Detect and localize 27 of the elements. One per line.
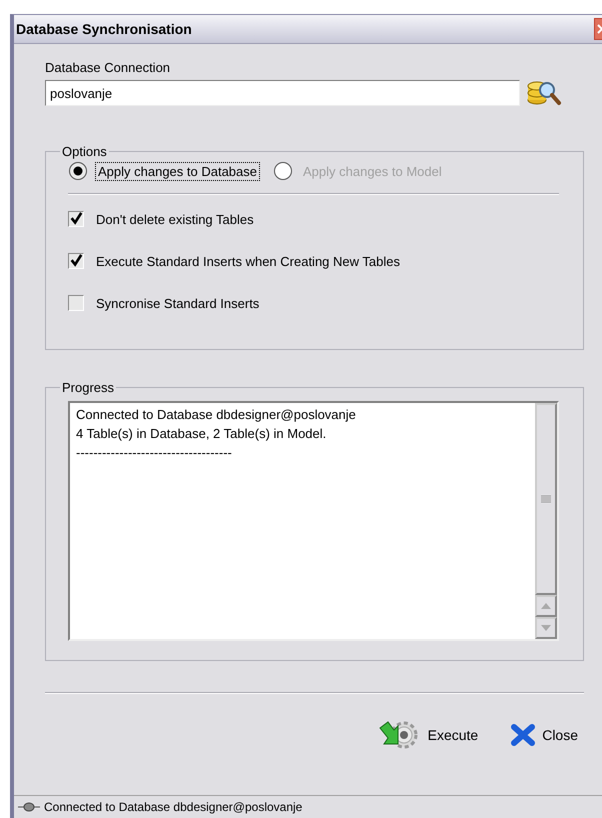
grip-icon — [541, 495, 551, 503]
connection-field[interactable]: poslovanje — [45, 80, 520, 106]
execute-button[interactable]: Execute — [372, 716, 482, 754]
group-title: Progress — [61, 380, 116, 395]
scroll-down-button[interactable] — [535, 617, 557, 639]
group-title: Options — [61, 144, 108, 159]
checkbox[interactable]: Execute Standard Inserts when Creating New Tables — [68, 251, 400, 271]
field-label: Database Connection — [45, 60, 172, 75]
window-title: Database Synchronisation — [16, 21, 192, 37]
checkbox[interactable]: Syncronise Standard Inserts — [68, 293, 260, 313]
down-arrow-icon — [541, 625, 551, 631]
close-icon — [510, 723, 536, 747]
radio-circle-icon — [68, 161, 88, 181]
status-text: Connected to Database dbdesigner@poslovanje — [44, 800, 302, 814]
connector-icon — [18, 802, 40, 812]
scrollbar-thumb[interactable] — [535, 403, 557, 595]
radio-circle-icon — [273, 161, 293, 181]
up-arrow-icon — [541, 603, 551, 609]
log-line: Connected to Database dbdesigner@poslovanje — [76, 406, 357, 424]
check-icon — [69, 211, 83, 227]
checkbox[interactable]: Don't delete existing Tables — [68, 209, 254, 229]
close-button[interactable]: Close — [506, 716, 582, 754]
scroll-up-button[interactable] — [535, 595, 557, 617]
log-line: ------------------------------------ — [76, 444, 233, 462]
check-icon — [69, 253, 83, 269]
log-line: 4 Table(s) in Database, 2 Table(s) in Model. — [76, 425, 328, 443]
radio-button[interactable]: Apply changes to Database — [68, 161, 259, 181]
